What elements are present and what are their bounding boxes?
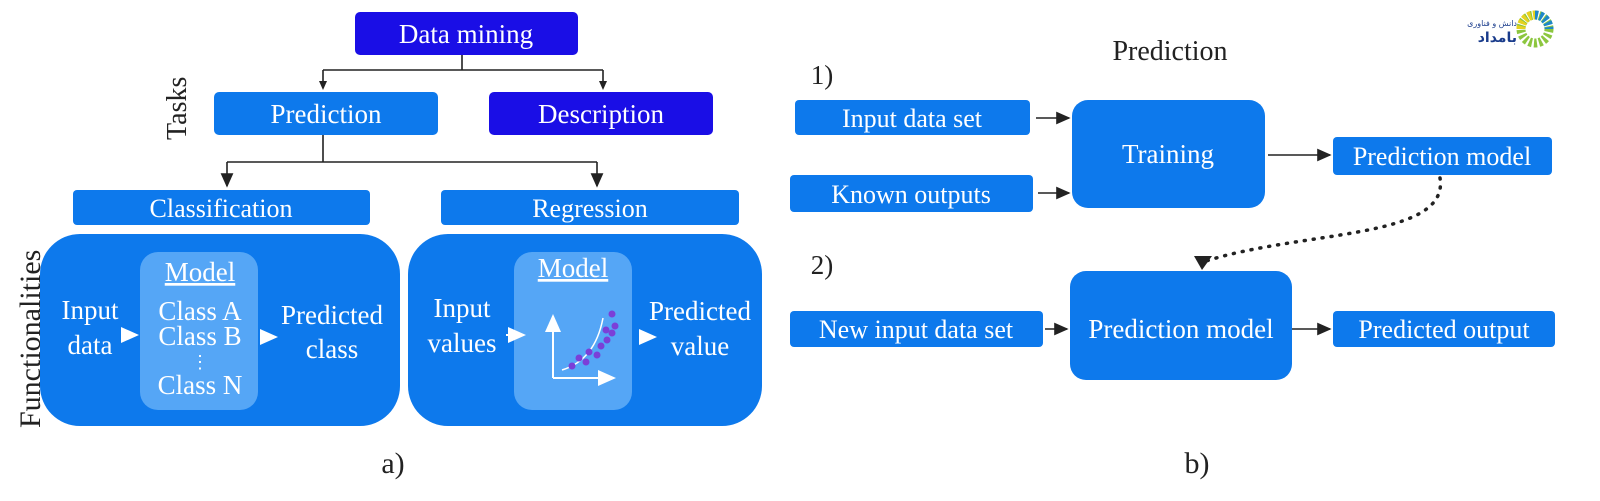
diagram: Data mining Tasks Prediction Description… xyxy=(14,10,1555,480)
tasks-label: Tasks xyxy=(162,77,193,140)
model-label: Model xyxy=(165,257,236,287)
step-1-label: 1) xyxy=(811,60,834,90)
caption-a: a) xyxy=(381,447,404,480)
step-2-label: 2) xyxy=(811,250,834,280)
logo-sunburst-icon xyxy=(1516,10,1554,48)
output-label: Predicted xyxy=(649,296,751,326)
input-data-set-label: Input data set xyxy=(842,104,983,133)
caption-b: b) xyxy=(1185,447,1210,480)
data-mining-label: Data mining xyxy=(399,19,533,49)
panel-a: Data mining Tasks Prediction Description… xyxy=(14,12,762,480)
model-label: Model xyxy=(538,253,609,283)
panel-b-title: Prediction xyxy=(1112,36,1227,67)
regression-label: Regression xyxy=(532,194,648,223)
input-label: Input xyxy=(434,293,491,323)
output-label: class xyxy=(306,334,358,364)
known-outputs-label: Known outputs xyxy=(831,180,991,209)
predicted-output-label: Predicted output xyxy=(1358,315,1530,344)
svg-text:بامداد: بامداد xyxy=(1478,30,1517,46)
input-label: data xyxy=(68,330,113,360)
input-label: values xyxy=(428,328,497,358)
description-label: Description xyxy=(538,99,664,129)
prediction-label: Prediction xyxy=(271,99,382,129)
prediction-model-label: Prediction model xyxy=(1088,314,1273,344)
prediction-model-output-label: Prediction model xyxy=(1353,142,1531,171)
output-label: Predicted xyxy=(281,300,383,330)
class-ellipsis: ⋮ xyxy=(191,352,209,372)
output-label: value xyxy=(671,331,729,361)
connector xyxy=(322,55,604,88)
svg-text:دانش و فناوری: دانش و فناوری xyxy=(1467,19,1517,28)
input-label: Input xyxy=(62,295,119,325)
logo: دانش و فناوری بامداد xyxy=(1467,10,1554,48)
panel-b: Prediction 1) Input data set Known outpu… xyxy=(790,36,1555,480)
class-item: Class N xyxy=(158,370,243,400)
new-input-data-set-label: New input data set xyxy=(819,315,1014,344)
class-item: Class B xyxy=(158,321,241,351)
classification-label: Classification xyxy=(150,194,293,223)
training-label: Training xyxy=(1122,139,1214,169)
